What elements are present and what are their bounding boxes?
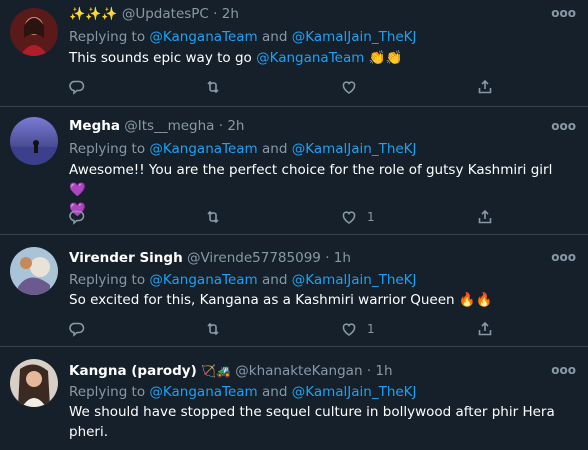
tweet-text: We should have stopped the sequel cultur…	[69, 402, 569, 442]
tweet-virender[interactable]: Virender Singh @Virende57785099 · 1h ooo…	[0, 235, 588, 347]
more-icon[interactable]: ooo	[551, 6, 576, 20]
replying-to: Replying to @KanganaTeam and @KamalJain_…	[69, 271, 417, 289]
timestamp[interactable]: · 2h	[213, 6, 239, 22]
retweet-button[interactable]	[205, 78, 221, 96]
mention-link[interactable]: @KamalJain_TheKJ	[292, 141, 417, 157]
timestamp[interactable]: · 1h	[325, 250, 351, 266]
like-icon	[342, 81, 356, 94]
display-name[interactable]: ✨✨✨	[69, 7, 118, 22]
tweet-text-line: pheri.	[69, 424, 109, 440]
share-button[interactable]	[477, 208, 493, 226]
retweet-icon	[207, 322, 219, 336]
retweet-icon	[207, 80, 219, 94]
avatar[interactable]	[10, 117, 58, 165]
like-button[interactable]	[341, 78, 357, 96]
share-icon	[478, 209, 492, 224]
replying-to-label: Replying to	[69, 384, 146, 400]
handle[interactable]: @UpdatesPC	[122, 6, 209, 22]
retweet-button[interactable]	[205, 208, 221, 226]
tweet-actions: 1	[69, 208, 529, 228]
like-count: 1	[367, 322, 375, 336]
tweet-header: ✨✨✨ @UpdatesPC · 2h	[69, 5, 239, 24]
avatar[interactable]	[10, 359, 58, 407]
like-icon	[342, 323, 356, 336]
tweet-header: Megha @Its__megha · 2h	[69, 117, 244, 135]
replying-to-and: and	[262, 384, 288, 400]
reply-feed: ✨✨✨ @UpdatesPC · 2h ooo Replying to @Kan…	[0, 0, 588, 450]
mention-link[interactable]: @KanganaTeam	[149, 29, 257, 45]
tweet-updatespc[interactable]: ✨✨✨ @UpdatesPC · 2h ooo Replying to @Kan…	[0, 0, 588, 107]
display-name[interactable]: Kangna (parody)	[69, 363, 197, 379]
tweet-kangna-parody[interactable]: Kangna (parody) 🏹🚜 @khanakteKangan · 1h …	[0, 347, 588, 450]
replying-to-label: Replying to	[69, 29, 146, 45]
purple-heart-emoji: 💜	[69, 182, 86, 198]
reply-button[interactable]	[69, 78, 85, 96]
mention-link[interactable]: @KamalJain_TheKJ	[292, 384, 417, 400]
share-icon	[478, 321, 492, 336]
more-icon[interactable]: ooo	[551, 119, 576, 133]
tweet-header: Virender Singh @Virende57785099 · 1h	[69, 249, 351, 267]
tweet-text: This sounds epic way to go @KanganaTeam …	[69, 48, 569, 68]
mention-link[interactable]: @KanganaTeam	[256, 50, 364, 66]
display-name[interactable]: Megha	[69, 118, 120, 134]
mention-link[interactable]: @KanganaTeam	[149, 384, 257, 400]
reply-icon	[69, 322, 85, 337]
replying-to-and: and	[262, 141, 288, 157]
tweet-text-body: This sounds epic way to go	[69, 50, 252, 66]
like-icon	[342, 211, 356, 224]
tweet-actions: 1	[69, 320, 529, 340]
replying-to: Replying to @KanganaTeam and @KamalJain_…	[69, 383, 417, 401]
mention-link[interactable]: @KanganaTeam	[149, 272, 257, 288]
mention-link[interactable]: @KamalJain_TheKJ	[292, 272, 417, 288]
avatar[interactable]	[10, 8, 58, 56]
display-name[interactable]: Virender Singh	[69, 250, 183, 266]
mention-link[interactable]: @KamalJain_TheKJ	[292, 29, 417, 45]
reply-icon	[69, 210, 85, 225]
like-count: 1	[367, 210, 375, 224]
avatar[interactable]	[10, 247, 58, 295]
like-button[interactable]: 1	[341, 208, 375, 226]
reply-button[interactable]	[69, 208, 85, 226]
tweet-header: Kangna (parody) 🏹🚜 @khanakteKangan · 1h	[69, 362, 393, 380]
replying-to: Replying to @KanganaTeam and @KamalJain_…	[69, 140, 417, 158]
replying-to-label: Replying to	[69, 141, 146, 157]
share-button[interactable]	[477, 320, 493, 338]
clap-emoji: 👏👏	[368, 50, 403, 66]
mention-link[interactable]: @KanganaTeam	[149, 141, 257, 157]
tweet-text-line: We should have stopped the sequel cultur…	[69, 404, 555, 420]
name-emoji: 🏹🚜	[201, 364, 231, 378]
replying-to-and: and	[262, 272, 288, 288]
tweet-actions	[69, 78, 529, 98]
reply-icon	[69, 80, 85, 95]
replying-to-label: Replying to	[69, 272, 146, 288]
timestamp[interactable]: · 1h	[367, 363, 393, 379]
like-button[interactable]: 1	[341, 320, 375, 338]
more-icon[interactable]: ooo	[551, 363, 576, 377]
share-button[interactable]	[477, 78, 493, 96]
tweet-text: So excited for this, Kangana as a Kashmi…	[69, 290, 569, 310]
more-icon[interactable]: ooo	[551, 250, 576, 264]
replying-to-and: and	[262, 29, 288, 45]
fire-emoji: 🔥🔥	[458, 292, 493, 308]
tweet-megha[interactable]: Megha @Its__megha · 2h ooo Replying to @…	[0, 107, 588, 235]
share-icon	[478, 79, 492, 94]
retweet-button[interactable]	[205, 320, 221, 338]
handle[interactable]: @khanakteKangan	[235, 363, 362, 379]
handle[interactable]: @Virende57785099	[187, 250, 321, 266]
tweet-text-body: So excited for this, Kangana as a Kashmi…	[69, 292, 455, 308]
replying-to: Replying to @KanganaTeam and @KamalJain_…	[69, 28, 417, 46]
timestamp[interactable]: · 2h	[219, 118, 245, 134]
reply-button[interactable]	[69, 320, 85, 338]
retweet-icon	[207, 210, 219, 224]
handle[interactable]: @Its__megha	[124, 118, 214, 134]
tweet-text-body: Awesome!! You are the perfect choice for…	[69, 162, 553, 178]
